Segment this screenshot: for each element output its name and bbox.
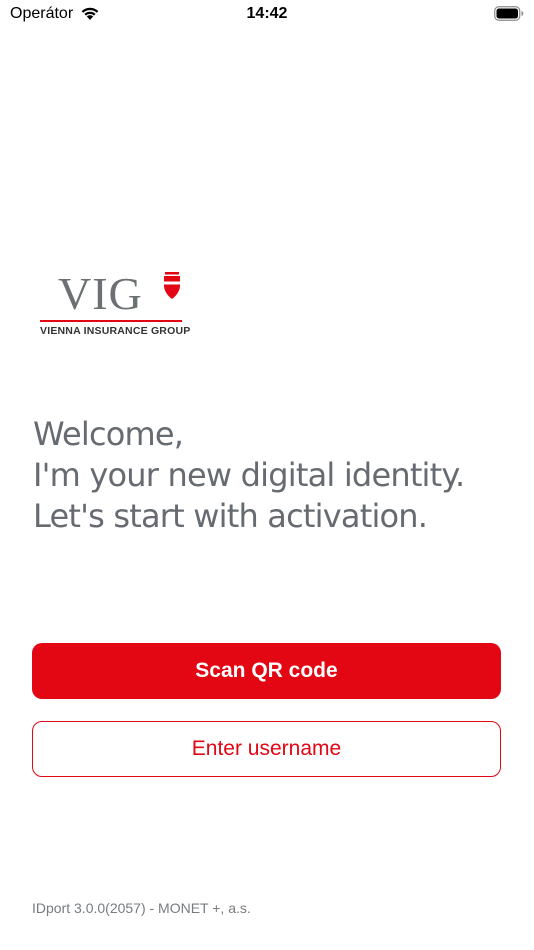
version-footer: IDport 3.0.0(2057) - MONET +, a.s.: [32, 900, 251, 916]
scan-qr-code-button[interactable]: Scan QR code: [32, 643, 501, 699]
status-time: 14:42: [246, 5, 288, 22]
welcome-message: Welcome, I'm your new digital identity. …: [33, 414, 513, 537]
vig-logo: VIG VIENNA INSURANCE GROUP: [40, 268, 190, 340]
battery-icon: [494, 6, 524, 21]
logo-subtitle: VIENNA INSURANCE GROUP: [40, 325, 191, 337]
enter-username-label: Enter username: [191, 737, 342, 760]
welcome-line-1: Welcome,: [33, 415, 184, 453]
logo-wordmark: VIG: [58, 268, 143, 319]
logo-underline: [40, 320, 182, 322]
enter-username-button[interactable]: Enter username: [32, 721, 501, 777]
welcome-line-2: I'm your new digital identity.: [33, 456, 465, 494]
scan-qr-code-label: Scan QR code: [195, 659, 338, 682]
welcome-line-3: Let's start with activation.: [33, 497, 428, 535]
shield-icon: [163, 272, 181, 302]
status-bar: Operátor 14:42: [0, 0, 534, 30]
